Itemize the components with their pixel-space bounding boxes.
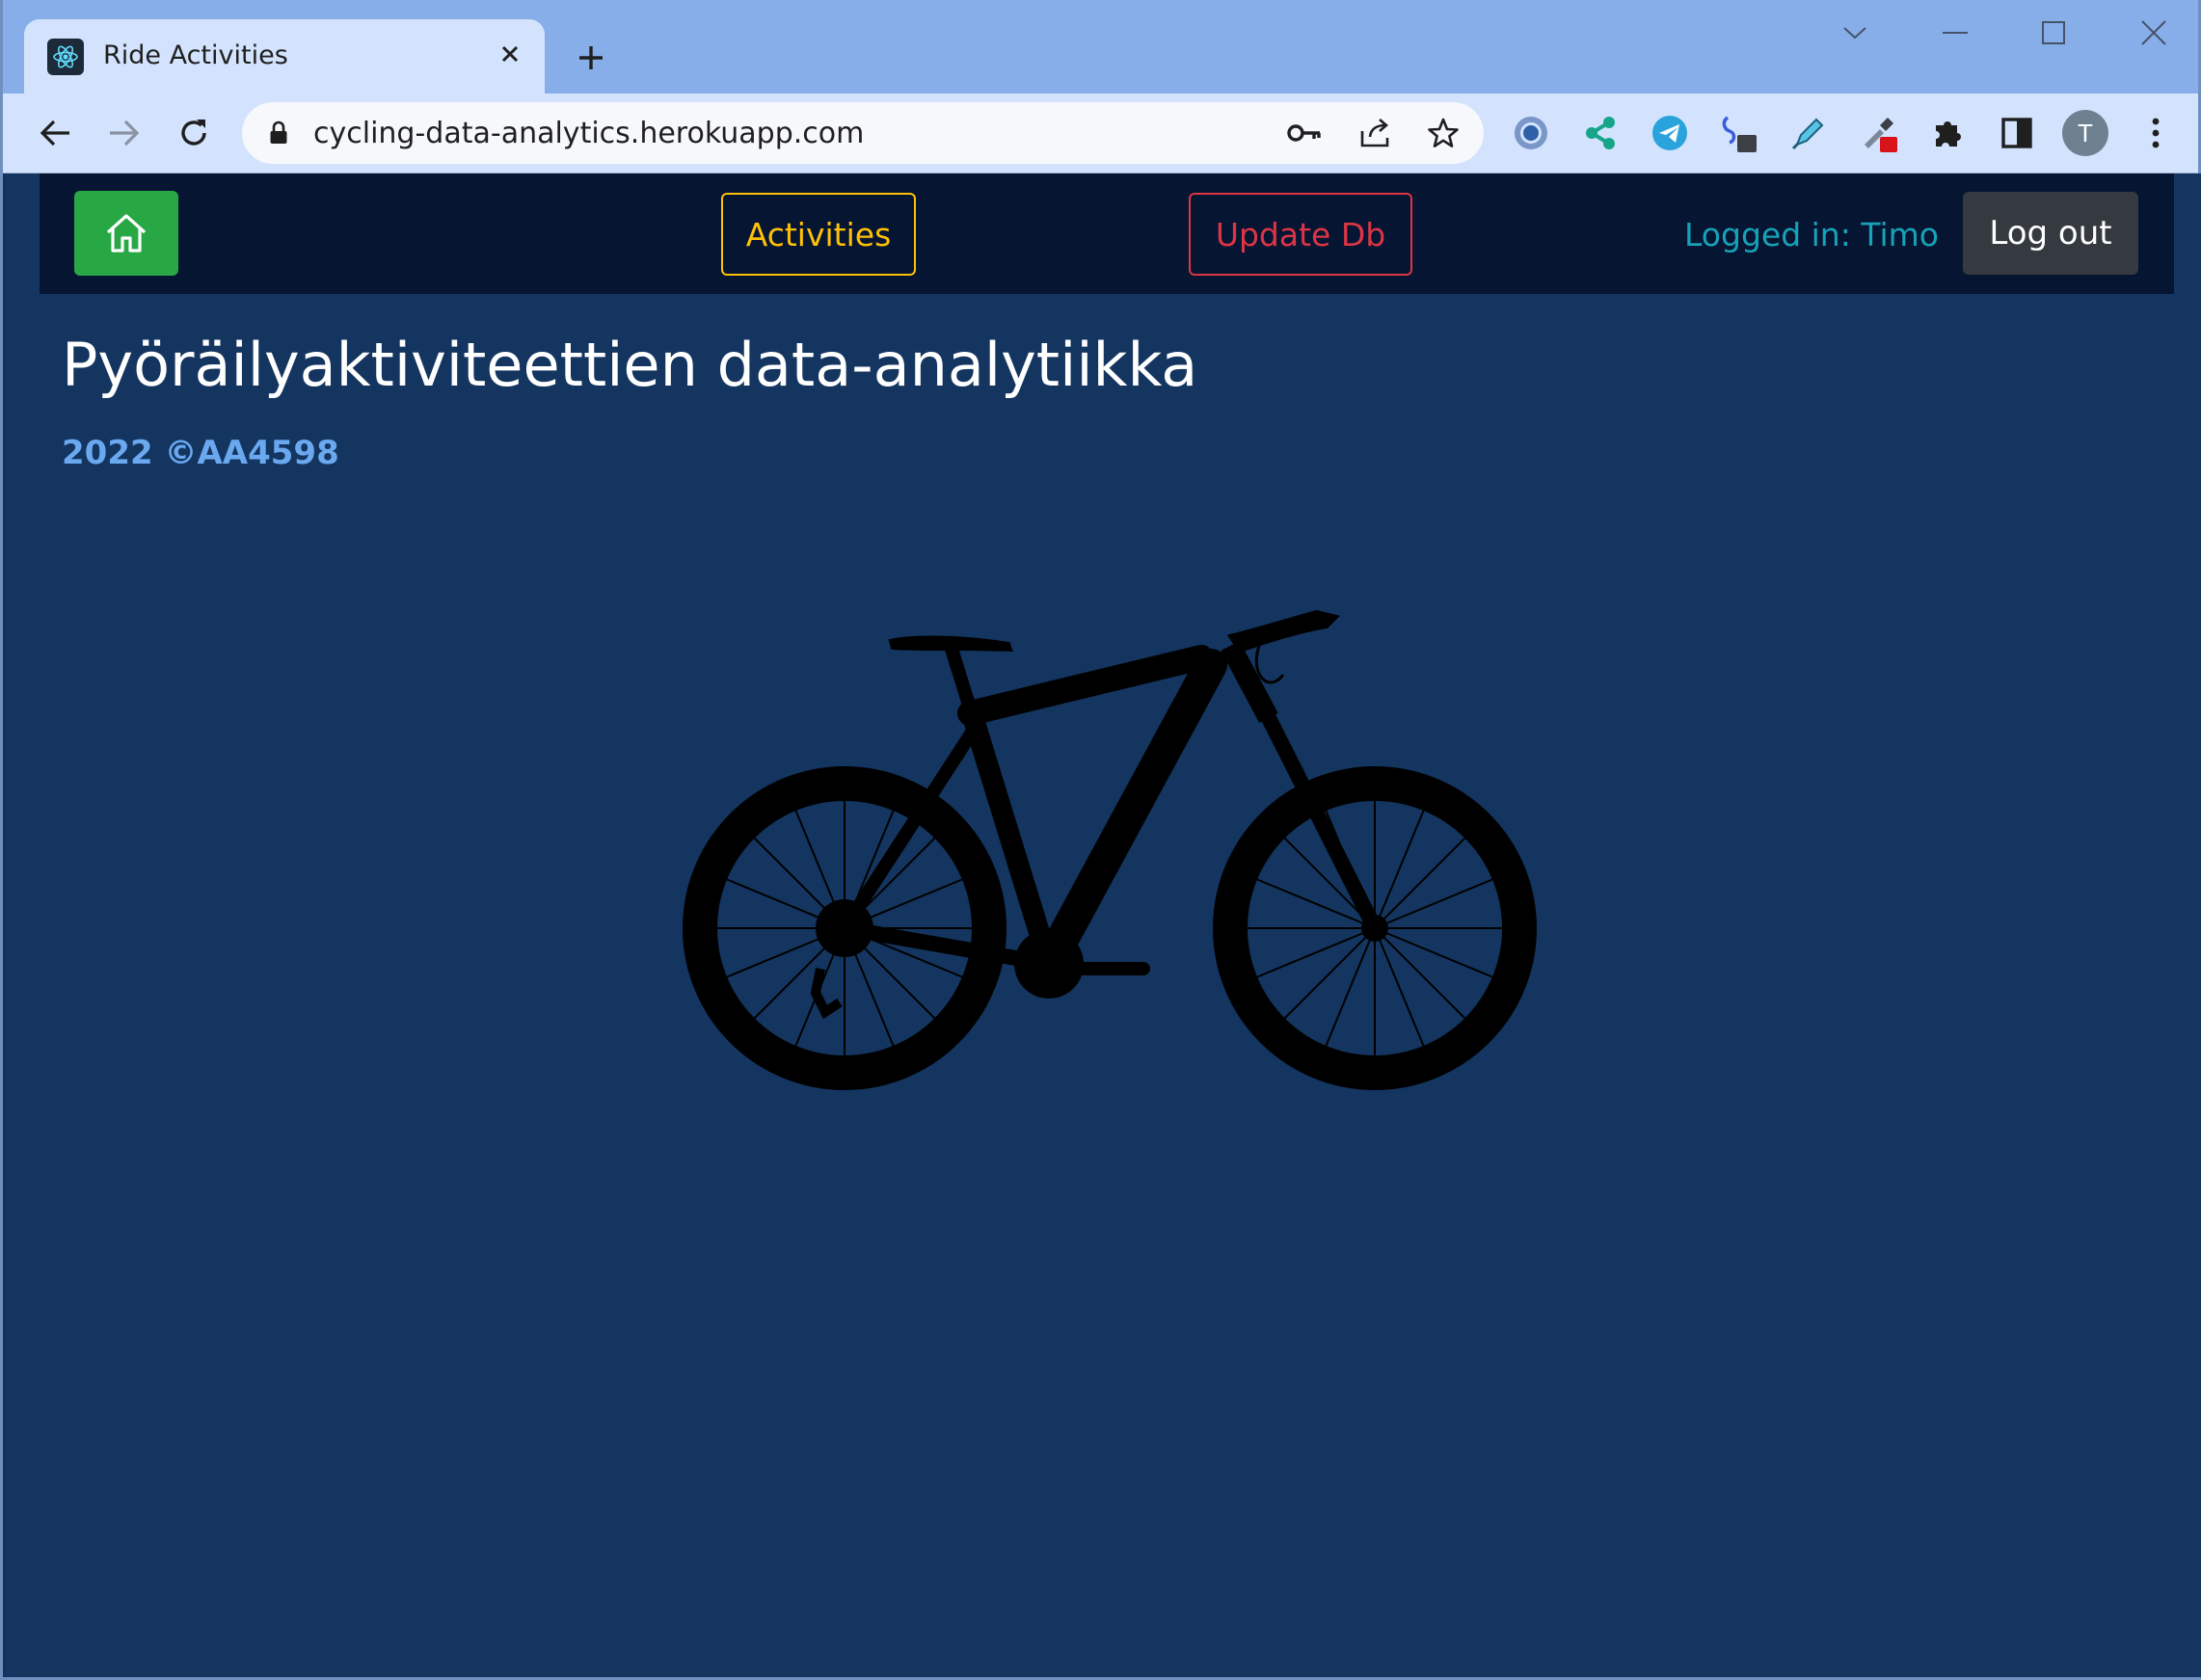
activities-button[interactable]: Activities [721, 193, 916, 276]
home-button[interactable] [74, 191, 178, 276]
bicycle-silhouette [683, 609, 1537, 1090]
lock-icon[interactable] [265, 120, 292, 147]
browser-window: Ride Activities cycling-data-analytics.h… [0, 0, 2201, 1680]
profile-avatar[interactable]: T [2062, 110, 2108, 156]
maximize-icon[interactable] [2029, 13, 2078, 52]
back-arrow-icon[interactable] [30, 108, 80, 158]
key-icon[interactable] [1285, 114, 1324, 152]
title-bar: Ride Activities [3, 0, 2198, 93]
url-text[interactable]: cycling-data-analytics.herokuapp.com [313, 117, 864, 150]
telegram-icon[interactable] [1646, 109, 1694, 157]
share-nodes-icon[interactable] [1576, 109, 1624, 157]
browser-toolbar: cycling-data-analytics.herokuapp.com T [3, 93, 2198, 173]
tab-search-chevron-icon[interactable] [1831, 13, 1879, 52]
share-icon[interactable] [1356, 114, 1395, 152]
home-icon [106, 214, 147, 253]
close-tab-icon[interactable] [493, 37, 527, 71]
highlighter-icon[interactable] [1785, 109, 1833, 157]
site-navbar: Activities Update Db Logged in: Timo Log… [40, 173, 2174, 294]
eyedropper-icon[interactable] [1854, 109, 1902, 157]
page-title: Pyöräilyaktiviteettien data-analytiikka [62, 330, 1198, 400]
copyright-text: 2022 ©AA4598 [62, 434, 339, 472]
kebab-menu-icon[interactable] [2132, 109, 2180, 157]
puzzle-icon[interactable] [1923, 109, 1972, 157]
tab-title: Ride Activities [103, 40, 288, 70]
web-page: Activities Update Db Logged in: Timo Log… [6, 173, 2201, 1677]
update-db-button[interactable]: Update Db [1189, 193, 1412, 276]
link-icon[interactable] [1715, 109, 1763, 157]
forward-arrow-icon[interactable] [99, 108, 149, 158]
new-tab-icon[interactable] [570, 37, 612, 79]
logout-button[interactable]: Log out [1963, 192, 2138, 275]
react-atom-icon [47, 39, 84, 75]
browser-tab[interactable]: Ride Activities [24, 19, 545, 93]
address-bar[interactable]: cycling-data-analytics.herokuapp.com [242, 102, 1484, 164]
side-panel-icon[interactable] [1993, 109, 2041, 157]
close-window-icon[interactable] [2130, 13, 2178, 52]
refresh-ring-icon[interactable] [1507, 109, 1555, 157]
logged-in-status: Logged in: Timo [1684, 216, 1939, 253]
minimize-icon[interactable] [1931, 13, 1979, 52]
star-icon[interactable] [1424, 114, 1463, 152]
reload-icon[interactable] [169, 108, 219, 158]
